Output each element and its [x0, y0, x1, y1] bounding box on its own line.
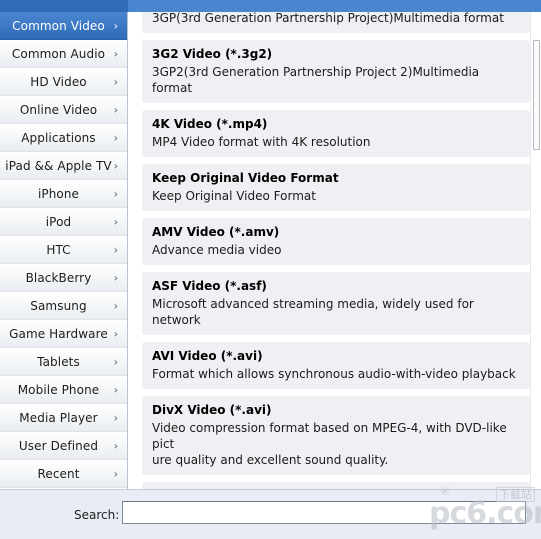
chevron-right-icon: › — [113, 411, 118, 424]
sidebar-item-mobile-phone[interactable]: Mobile Phone › — [0, 376, 127, 404]
sidebar-item-label: Common Audio — [11, 46, 106, 61]
sidebar-item-game-hardware[interactable]: Game Hardware › — [0, 320, 127, 348]
sidebar-item-label: HTC — [46, 242, 71, 257]
format-description: Keep Original Video Format — [152, 188, 520, 204]
chevron-right-icon: › — [113, 131, 118, 144]
chevron-right-icon: › — [113, 327, 118, 340]
format-title: Keep Original Video Format — [152, 171, 339, 185]
chevron-right-icon: › — [113, 103, 118, 116]
format-description-line: Video compression format based on MPEG-4… — [152, 421, 507, 451]
format-card[interactable]: Keep Original Video Format Keep Original … — [142, 164, 530, 211]
sidebar-item-label: iPhone — [37, 186, 80, 201]
format-description-line: ure quality and excellent sound quality. — [152, 453, 389, 467]
sidebar-item-label: Recent — [37, 466, 80, 481]
sidebar-item-label: User Defined — [18, 438, 99, 453]
sidebar-item-applications[interactable]: Applications › — [0, 124, 127, 152]
format-title: AMV Video (*.amv) — [152, 225, 280, 239]
format-list-panel[interactable]: 3GP Video (*.3gp)3GP(3rd Generation Part… — [129, 12, 541, 489]
chevron-right-icon: › — [113, 243, 118, 256]
sidebar-item-label: Tablets — [37, 354, 80, 369]
category-sidebar[interactable]: Common Video › Common Audio › HD Video › Onlin… — [0, 12, 128, 489]
sidebar-item-label: Media Player — [19, 410, 98, 425]
format-description-line: Advance media video — [152, 243, 282, 257]
format-title: ASF Video (*.asf) — [152, 279, 267, 293]
format-description: MP4 Video format with 4K resolution — [152, 134, 520, 150]
chevron-right-icon: › — [113, 467, 118, 480]
format-description-line: Microsoft advanced streaming media, wide… — [152, 297, 474, 327]
sidebar-item-label: Samsung — [30, 298, 87, 313]
main-split-area: Common Video › Common Audio › HD Video › Onlin… — [0, 12, 541, 489]
sidebar-item-iphone[interactable]: iPhone › — [0, 180, 127, 208]
search-label: Search: — [74, 507, 120, 522]
format-card[interactable]: DVD Video(NTSC) (*.vob)DVD Video profile… — [142, 482, 530, 489]
window-accent-bar — [0, 0, 541, 13]
sidebar-item-label: Online Video — [19, 102, 98, 117]
format-card[interactable]: 3G2 Video (*.3g2) 3GP2(3rd Generation Par… — [142, 40, 530, 103]
format-description-line: 3GP(3rd Generation Partnership Project)M… — [152, 12, 504, 25]
sidebar-item-label: Mobile Phone — [17, 382, 100, 397]
format-card[interactable]: ASF Video (*.asf) Microsoft advanced stre… — [142, 272, 530, 335]
format-description-line: Format which allows synchronous audio-wi… — [152, 367, 516, 381]
sidebar-item-common-video[interactable]: Common Video › — [0, 12, 127, 40]
chevron-right-icon: › — [113, 187, 118, 200]
chevron-right-icon: › — [113, 19, 118, 32]
chevron-right-icon: › — [113, 439, 118, 452]
format-title: AVI Video (*.avi) — [152, 349, 263, 363]
sidebar-item-media-player[interactable]: Media Player › — [0, 404, 127, 432]
sidebar-item-ipod[interactable]: iPod › — [0, 208, 127, 236]
format-title: 3G2 Video (*.3g2) — [152, 47, 273, 61]
format-card[interactable]: 3GP Video (*.3gp)3GP(3rd Generation Part… — [142, 12, 530, 33]
format-chooser-window: Common Video › Common Audio › HD Video › Onlin… — [0, 0, 541, 539]
sidebar-item-label: Common Video — [12, 18, 105, 33]
format-description-line: Keep Original Video Format — [152, 189, 316, 203]
format-description: 3GP2(3rd Generation Partnership Project … — [152, 64, 520, 96]
format-card[interactable]: AMV Video (*.amv) Advance media video — [142, 218, 530, 265]
format-title: DivX Video (*.avi) — [152, 403, 272, 417]
format-description: Advance media video — [152, 242, 520, 258]
scrollbar-thumb[interactable] — [533, 40, 540, 150]
format-description: Microsoft advanced streaming media, wide… — [152, 296, 520, 328]
sidebar-item-recent[interactable]: Recent › — [0, 460, 127, 488]
sidebar-item-label: BlackBerry — [25, 270, 92, 285]
chevron-right-icon: › — [113, 271, 118, 284]
format-description: Video compression format based on MPEG-4… — [152, 420, 520, 468]
sidebar-item-samsung[interactable]: Samsung › — [0, 292, 127, 320]
sidebar-item-label: iPad && Apple TV — [5, 158, 112, 173]
sidebar-item-htc[interactable]: HTC › — [0, 236, 127, 264]
chevron-right-icon: › — [113, 159, 118, 172]
format-card[interactable]: AVI Video (*.avi) Format which allows syn… — [142, 342, 530, 389]
format-description: Format which allows synchronous audio-wi… — [152, 366, 520, 382]
chevron-right-icon: › — [113, 47, 118, 60]
format-description-line: 3GP2(3rd Generation Partnership Project … — [152, 65, 480, 95]
sidebar-item-label: iPod — [45, 214, 72, 229]
sidebar-item-tablets[interactable]: Tablets › — [0, 348, 127, 376]
sidebar-item-common-audio[interactable]: Common Audio › — [0, 40, 127, 68]
sidebar-item-user-defined[interactable]: User Defined › — [0, 432, 127, 460]
format-description-line: MP4 Video format with 4K resolution — [152, 135, 371, 149]
chevron-right-icon: › — [113, 75, 118, 88]
sidebar-item-blackberry[interactable]: BlackBerry › — [0, 264, 127, 292]
format-title: 4K Video (*.mp4) — [152, 117, 268, 131]
chevron-right-icon: › — [113, 355, 118, 368]
sidebar-item-label: Applications — [21, 130, 96, 145]
chevron-right-icon: › — [113, 215, 118, 228]
chevron-right-icon: › — [113, 299, 118, 312]
sidebar-item-label: HD Video — [30, 74, 87, 89]
format-card-container: 3GP Video (*.3gp)3GP(3rd Generation Part… — [129, 12, 541, 489]
format-card[interactable]: 4K Video (*.mp4) MP4 Video format with 4K… — [142, 110, 530, 157]
search-input[interactable] — [122, 501, 526, 524]
sidebar-item-ipad-apple-tv[interactable]: iPad && Apple TV › — [0, 152, 127, 180]
format-card[interactable]: DivX Video (*.avi) Video compression form… — [142, 396, 530, 475]
sidebar-item-hd-video[interactable]: HD Video › — [0, 68, 127, 96]
sidebar-item-online-video[interactable]: Online Video › — [0, 96, 127, 124]
chevron-right-icon: › — [113, 383, 118, 396]
format-description: 3GP(3rd Generation Partnership Project)M… — [152, 12, 520, 26]
sidebar-item-label: Game Hardware — [9, 326, 108, 341]
format-list-scrollbar[interactable] — [530, 12, 541, 489]
